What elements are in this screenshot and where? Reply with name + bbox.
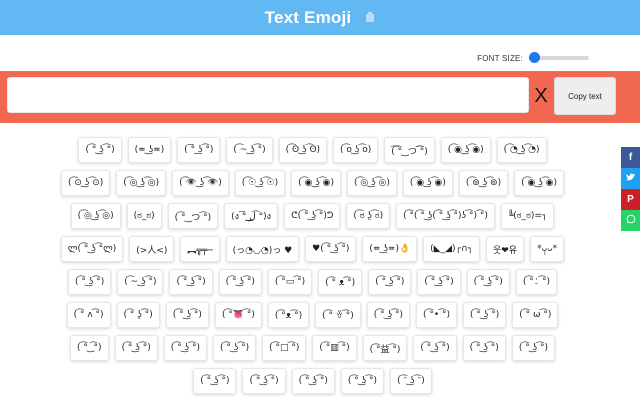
emoji-button[interactable]: (≖ ͜ʖ≖) [127,137,172,163]
emoji-button[interactable]: ( ͡°益 ͡°) [362,335,408,361]
emoji-button[interactable]: ( ͡°⍘ ͡°) [515,269,557,295]
emoji-button[interactable]: ( ͡~ ͜ʖ ͡°) [226,137,273,163]
emoji-button[interactable]: ( ͡👁️ ͜ʖ ͡👁️) [172,170,229,196]
emoji-button[interactable]: ( ͡° ͜ʖ ͡°) [511,335,556,361]
emoji-button[interactable]: ( ͠° ͟ʖ ͡°) [177,137,221,163]
twitter-icon [625,173,636,185]
emoji-button[interactable]: (◣_◢)┌∩┐ [423,236,480,262]
emoji-button[interactable]: ( ͡° ʌ ͡°) [66,302,111,328]
font-size-slider[interactable] [532,56,589,60]
emoji-button[interactable]: ( ͡° ͜ʖ ͡°) [368,269,412,295]
pinterest-share-button[interactable]: P [621,189,640,210]
emoji-button[interactable]: (≖ ͜ʖ≖)👌 [362,236,418,262]
font-size-label: FONT SIZE: [477,54,523,63]
emoji-button[interactable]: ( ͡°ᴥ ͡°) [267,302,310,328]
emoji-button[interactable]: ︻╦╤─ [180,236,220,262]
emoji-button[interactable]: ( ͡◔ ͜ʖ ͡◔) [496,137,547,163]
emoji-button[interactable]: ( ͡ಠ ʖ̯ ͡ಠ) [346,203,391,229]
emoji-button[interactable]: ( ͡° ͜ʖ ͡°) [366,302,410,328]
emoji-button[interactable]: ( ͡◉ ͜ʖ ͡◉) [291,170,342,196]
facebook-icon: f [628,152,633,163]
emoji-button[interactable]: ( ͡☉ ͜ʖ ͡☉) [234,170,286,196]
emoji-button[interactable]: ( ͡° ͜ʖ ͡°) [463,302,507,328]
emoji-button[interactable]: ( ͡° ͜ʖ ͡°) [413,335,457,361]
emoji-button[interactable]: ( ͡◉ ͜ʖ ͡◉) [440,137,491,163]
emoji-button[interactable]: ╚(ಠ_ಠ)=┐ [500,203,555,229]
emoji-button[interactable]: *ᴗ̩̩ᴗ* [530,236,565,262]
emoji-text-input[interactable] [7,77,529,113]
emoji-button[interactable]: ( ͡° ͜ʖ ͡°) [462,335,506,361]
emoji-button[interactable]: (͡ ͡° ͜ つ ͡͡°) [384,137,435,163]
app-title: Text Emoji [264,7,352,27]
emoji-button[interactable]: ( ͡◎ ͜ʖ ͡◎) [70,203,121,229]
emoji-button[interactable]: ( ͡◉ ͜ʖ ͡◉) [514,170,565,196]
app-header: Text Emoji [0,0,640,35]
hand-icon [365,10,375,26]
twitter-share-button[interactable] [621,168,640,189]
emoji-grid: ( ͡° ͜ʖ ͡°) (≖ ͜ʖ≖)( ͠° ͟ʖ ͡°)( ͡~ ͜ʖ ͡°)… [60,137,565,394]
emoji-button[interactable]: ( ͡° ͜ʖ ͡°) [212,335,257,361]
copy-text-button[interactable]: Copy text [554,77,616,115]
emoji-button[interactable]: ( ͡° ͜ʖ ͡°) [340,368,385,394]
emoji-button[interactable]: ( ͡° ͜ʖ ͡°) [218,269,262,295]
emoji-button[interactable]: ( ͡° ꈊ ͡°) [315,302,361,328]
emoji-button[interactable]: 웃❤유 [485,236,525,262]
emoji-button[interactable]: ლ( ͡° ͜ʖ ͡°ლ) [60,236,124,262]
emoji-button[interactable]: ( ͡° ͜ʖ ͡°) [193,368,237,394]
emoji-button[interactable]: ( ͡◎ ͜ʖ ͡◎) [116,170,167,196]
input-band: X Copy text [0,71,640,123]
emoji-button[interactable]: ( ͡° ͜ʖ ͡°) [68,269,112,295]
emoji-button[interactable]: ( ͡°□ ͡°) [262,335,307,361]
emoji-button[interactable]: ᕦ( ͡° ͜ʖ ͡°)ᕤ [284,203,341,229]
emoji-button[interactable]: ( ͡° ʖ̯ ͡°) [116,302,160,328]
emoji-button[interactable]: ( ͡° ω ͡°) [512,302,559,328]
emoji-button[interactable]: ( ͡° ͜ʖ ͡°) [291,368,335,394]
clear-button[interactable]: X [533,79,549,113]
emoji-button[interactable]: ( ͡° ͜ ͡°) [69,335,109,361]
emoji-button[interactable]: ( ͡° ͜ʖ ͡°) [417,269,461,295]
emoji-button[interactable]: ( ͡°• ͡°) [415,302,458,328]
emoji-button[interactable]: ( ͡° ͜ʖ ͡°) [169,269,213,295]
emoji-button[interactable]: ( ͡° ͜ʖ ͡°) [466,269,510,295]
emoji-button[interactable]: ( ͡◎ ͜ʖ ͡◎) [347,170,397,196]
whatsapp-share-button[interactable] [621,210,640,231]
emoji-button[interactable]: ( ͡° ͜ʖ ͡°) [242,368,286,394]
emoji-button[interactable]: (ಠ_ಠ) [126,203,162,229]
emoji-button[interactable]: ( ͡° ͜ʖ ͡°) [78,137,122,163]
emoji-button[interactable]: (ง ͠° ͟ل͜ ͡°)ง [224,203,279,229]
emoji-button[interactable]: ( ͡° ᴥ ͡°) [318,269,363,295]
emoji-button[interactable]: ( ͡°( ͡° ͜ʖ( ͡° ͜ʖ ͡°)ʖ ͡°) ͡°) [396,203,495,229]
emoji-button[interactable]: ♥( ͡° ͜ʖ ͡°) [305,236,357,262]
whatsapp-icon [626,214,636,227]
emoji-button[interactable]: ( ͡° ͜ʖ ͡°) [163,335,207,361]
emoji-button[interactable]: ( ͡⊙ ͜ʖ ͡⊙) [60,170,111,196]
emoji-button[interactable]: ( ͡~ ͜ʖ ͡°) [117,269,164,295]
emoji-button[interactable]: ( ͡ʘ ͜ʖ ͡ʘ) [278,137,328,163]
emoji-button[interactable]: ( ͡°👅 ͡°) [214,302,262,328]
facebook-share-button[interactable]: f [621,147,640,168]
font-size-slider-thumb[interactable] [529,52,540,63]
emoji-button[interactable]: ( ͡⊚ ͜ʖ ͡⊚) [458,170,509,196]
emoji-button[interactable]: ( ͡°▥ ͡°) [312,335,357,361]
emoji-button[interactable]: ( ͡°▭ ͡°) [267,269,313,295]
pinterest-icon: P [627,194,634,205]
emoji-button[interactable]: ( ͡ᵔ ͜ʖ ͡ᵔ) [390,368,432,394]
font-size-control: FONT SIZE: [0,50,640,66]
emoji-button[interactable]: ( ͡° ͜ʖ ͡°) [165,302,209,328]
emoji-button[interactable]: (っ◔◡◔)っ ♥ [225,236,300,262]
emoji-button[interactable]: ( ͡° ͜ʖ ͡°) [114,335,158,361]
share-bar: f P [621,147,640,231]
emoji-button[interactable]: ( ͡o ͜ʖ ͡o) [333,137,379,163]
emoji-button[interactable]: ( ͡° ͜ つ ͡°) [167,203,219,229]
emoji-button[interactable]: ( ͡◉ ͜ʖ ͡◉) [402,170,453,196]
emoji-button[interactable]: (>人<) [129,236,175,262]
